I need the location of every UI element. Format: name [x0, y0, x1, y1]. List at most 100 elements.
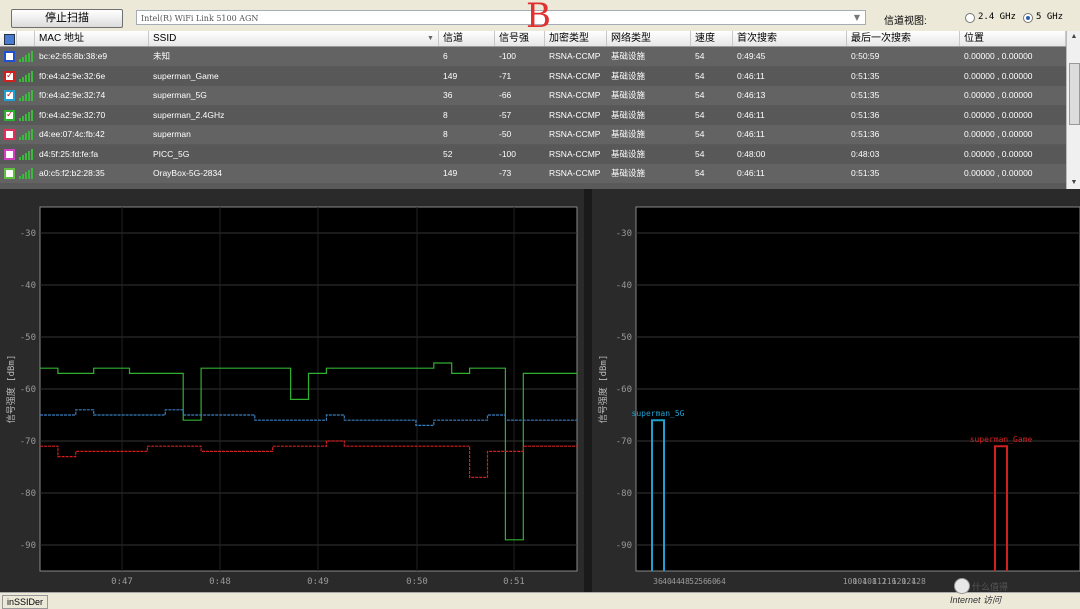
cell-speed: 54: [695, 148, 705, 159]
y-axis-label: 信号强度 [dBm]: [597, 355, 609, 424]
cell-channel: 36: [443, 90, 453, 100]
band-24-radio[interactable]: [965, 13, 975, 23]
series-label: superman_5G: [632, 409, 685, 418]
cell-net-type: 基础设施: [611, 70, 646, 81]
row-checkbox[interactable]: [4, 168, 15, 179]
toolbar: 停止扫描 Intel(R) WiFi Link 5100 AGN ▼ B 信道视…: [0, 0, 1080, 36]
table-row[interactable]: f0:e4:a2:9e:32:74 superman_5G 36 -66 RSNA-CC…: [0, 86, 1066, 105]
table-row[interactable]: d4:5f:25:fd:fe:fa PICC_5G 52 -100 RSNA-CCMP 基…: [0, 144, 1066, 164]
x-tick-label: 64: [716, 577, 726, 586]
cell-location: 0.00000 , 0.00000: [964, 148, 1033, 159]
cell-ssid: superman_Game: [153, 70, 219, 81]
table-row[interactable]: d4:ee:07:4c:fb:42 superman 8 -50 RSNA-CCMP 基础…: [0, 125, 1066, 144]
col-signal[interactable]: 信号强: [495, 31, 545, 46]
signal-bars-icon: [19, 167, 33, 179]
watermark-sub: Internet 访问: [950, 595, 1002, 605]
cell-ssid: OrayBox-5G-2834: [153, 168, 222, 178]
signal-bars-icon: [19, 50, 33, 62]
cell-channel: 6: [443, 51, 448, 61]
cell-speed: 54: [695, 109, 705, 120]
cell-ssid: superman: [153, 129, 191, 139]
table-row[interactable]: a0:c5:f2:b2:28:35 OrayBox-5G-2834 149 -73 RS…: [0, 164, 1066, 183]
cell-security: RSNA-CCMP: [549, 129, 601, 139]
cell-ssid: superman_2.4GHz: [153, 109, 225, 120]
x-tick-label: 0:48: [209, 577, 231, 587]
row-checkbox[interactable]: [4, 129, 15, 140]
signal-bars-icon: [19, 89, 33, 101]
cell-net-type: 基础设施: [611, 109, 646, 120]
cell-last-seen: 0:51:36: [851, 109, 880, 120]
cell-location: 0.00000 , 0.00000: [964, 168, 1033, 178]
row-checkbox[interactable]: [4, 51, 15, 62]
cell-last-seen: 0:51:36: [851, 129, 880, 139]
signal-time-graph: -30 -40 -50 -60 -70 -80 -90 信号强度 [dBm] 0:47 0:48 0…: [5, 206, 578, 587]
cell-location: 0.00000 , 0.00000: [964, 90, 1033, 100]
band-5-radio[interactable]: [1023, 13, 1033, 23]
row-checkbox[interactable]: [4, 109, 15, 121]
y-axis-label: 信号强度 [dBm]: [5, 355, 17, 424]
cell-last-seen: 0:48:03: [851, 148, 880, 159]
y-tick-label: -50: [20, 333, 36, 343]
table-header: MAC 地址 SSID ▼ 信道 信号强 加密类型 网络类型 速度 首次搜索 最…: [0, 31, 1066, 47]
table-scrollbar[interactable]: ▲ ▼: [1066, 31, 1080, 189]
stop-scan-button[interactable]: 停止扫描: [11, 9, 123, 28]
scroll-thumb[interactable]: [1069, 63, 1080, 125]
col-mac[interactable]: MAC 地址: [35, 31, 149, 46]
chevron-down-icon[interactable]: ▼: [851, 12, 863, 23]
table-row[interactable]: f0:e4:a2:9e:32:70 superman_2.4GHz 8 -57 RSNA…: [0, 105, 1066, 125]
y-tick-label: -30: [20, 229, 36, 239]
x-tick-label: 0:51: [503, 577, 525, 587]
chart-splitter[interactable]: [584, 189, 592, 592]
cell-channel: 149: [443, 168, 458, 178]
col-network-type[interactable]: 网络类型: [607, 31, 691, 46]
y-tick-label: -70: [616, 437, 632, 447]
col-ssid[interactable]: SSID: [149, 31, 439, 46]
row-checkbox[interactable]: [4, 70, 15, 82]
cell-speed: 54: [695, 70, 705, 81]
select-all-checkbox[interactable]: [0, 31, 17, 46]
table-row[interactable]: f0:e4:a2:9e:32:6e superman_Game 149 -71 RSNA…: [0, 66, 1066, 86]
cell-ssid: PICC_5G: [153, 148, 190, 159]
cell-speed: 54: [695, 129, 705, 139]
cell-signal: -73: [499, 168, 512, 178]
series-label: superman_Game: [970, 435, 1033, 444]
cell-net-type: 基础设施: [611, 148, 646, 159]
cell-last-seen: 0:51:35: [851, 90, 880, 100]
col-last-seen[interactable]: 最后一次搜索: [847, 31, 960, 46]
channel-graph: -30-40-50-60-70-80-90信号强度 [dBm]36 40 44 48 5…: [597, 206, 1080, 586]
signal-bars-icon: [19, 109, 33, 121]
cell-signal: -100: [499, 51, 517, 61]
col-security[interactable]: 加密类型: [545, 31, 607, 46]
cell-last-seen: 0:50:59: [851, 51, 880, 61]
cell-first-seen: 0:49:45: [737, 51, 766, 61]
cell-mac: d4:5f:25:fd:fe:fa: [39, 148, 99, 159]
col-speed[interactable]: 速度: [691, 31, 733, 46]
cell-ssid: 未知: [153, 51, 171, 61]
signal-bars-icon: [19, 148, 33, 160]
row-checkbox[interactable]: [4, 89, 15, 101]
status-bar: inSSIDer: [0, 592, 1080, 609]
band-5-label: 5 GHz: [1036, 12, 1064, 22]
cell-location: 0.00000 , 0.00000: [964, 51, 1033, 61]
table-row[interactable]: bc:e2:65:8b:38:e9 未知 6 -100 RSNA-CCMP 基础设施 54 0…: [0, 47, 1066, 66]
y-tick-label: -80: [20, 489, 36, 499]
x-tick-label: 0:49: [307, 577, 329, 587]
signal-col-header[interactable]: [17, 31, 35, 46]
cell-first-seen: 0:46:11: [737, 129, 765, 139]
col-location[interactable]: 位置: [960, 31, 1066, 46]
col-first-seen[interactable]: 首次搜索: [733, 31, 847, 46]
cell-security: RSNA-CCMP: [549, 109, 601, 120]
cell-first-seen: 0:46:11: [737, 109, 765, 120]
cell-mac: f0:e4:a2:9e:32:70: [39, 109, 106, 120]
scroll-down-icon[interactable]: ▼: [1068, 177, 1080, 189]
adapter-select[interactable]: Intel(R) WiFi Link 5100 AGN ▼: [136, 10, 866, 25]
row-checkbox[interactable]: [4, 148, 15, 160]
cell-first-seen: 0:46:13: [737, 90, 766, 100]
y-tick-label: -40: [20, 281, 36, 291]
cell-mac: a0:c5:f2:b2:28:35: [39, 168, 105, 178]
x-tick-label: 0:47: [111, 577, 133, 587]
cell-security: RSNA-CCMP: [549, 148, 601, 159]
cell-security: RSNA-CCMP: [549, 70, 601, 81]
col-channel[interactable]: 信道: [439, 31, 495, 46]
scroll-up-icon[interactable]: ▲: [1068, 31, 1080, 43]
